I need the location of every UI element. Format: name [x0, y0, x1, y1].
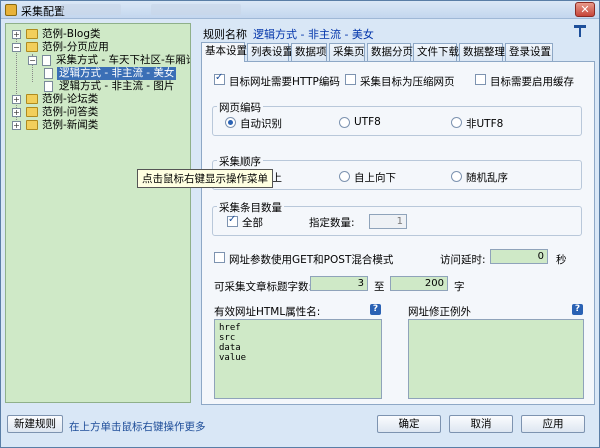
close-icon: ✕ [580, 3, 590, 16]
order-title: 采集顺序 [217, 154, 263, 169]
tab-collect-page[interactable]: 采集页 [329, 43, 365, 61]
tree-node-label: 逻辑方式 - 非主流 - 图片 [59, 80, 175, 92]
title-length-unit: 字 [454, 281, 465, 293]
encoding-nonutf8-radio[interactable] [451, 117, 462, 128]
folder-icon [26, 120, 38, 130]
compressed-label: 采集目标为压缩网页 [360, 76, 455, 88]
new-rule-button[interactable]: 新建规则 [7, 415, 63, 433]
tree-node-label: 采集方式 - 车天下社区-车厢论 [56, 54, 191, 66]
encoding-auto-label: 自动识别 [240, 118, 282, 130]
mixed-mode-label: 网址参数使用GET和POST混合模式 [229, 254, 394, 266]
app-icon [5, 4, 17, 16]
rule-name-label: 规则名称 [203, 28, 247, 41]
encoding-title: 网页编码 [217, 100, 263, 115]
tab-list[interactable]: 列表设置 [247, 43, 293, 61]
apply-button[interactable]: 应用 [521, 415, 585, 433]
expand-plus-icon[interactable]: + [12, 30, 21, 39]
folder-icon [26, 107, 38, 117]
delay-input[interactable]: 0 [490, 249, 548, 264]
attr-help-icon[interactable]: ? [370, 304, 381, 315]
tab-file-download[interactable]: 文件下载 [413, 43, 459, 61]
cache-label: 目标需要启用缓存 [490, 76, 574, 88]
tools-help-icon[interactable] [572, 23, 588, 39]
tab-data-cleanup[interactable]: 数据整理 [459, 43, 505, 61]
close-button[interactable]: ✕ [575, 2, 595, 17]
order-top-down-label: 自上向下 [354, 172, 396, 184]
tab-data-items[interactable]: 数据项 [291, 43, 327, 61]
delay-unit: 秒 [556, 254, 567, 266]
cancel-button[interactable]: 取消 [449, 415, 513, 433]
tree-node-label: 范例-Blog类 [42, 28, 101, 40]
file-icon [42, 55, 51, 66]
expand-minus-icon[interactable]: − [28, 56, 37, 65]
count-group: 采集条目数量 全部 指定数量: 1 [212, 200, 582, 236]
encoding-auto-radio[interactable] [225, 117, 236, 128]
tab-basic[interactable]: 基本设置 [201, 42, 247, 62]
encoding-group: 网页编码 自动识别 UTF8 非UTF8 [212, 100, 582, 136]
rule-tree[interactable]: + 范例-Blog类 − 范例-分页应用 − 采集方式 - 车天下社区-车厢论 … [5, 23, 191, 403]
tree-node-label-selected: 逻辑方式 - 非主流 - 美女 [57, 67, 177, 80]
compressed-checkbox[interactable] [345, 74, 356, 85]
mixed-mode-checkbox[interactable] [214, 252, 225, 263]
title-length-separator: 至 [374, 281, 385, 293]
order-random-radio[interactable] [451, 171, 462, 182]
title-length-max-input[interactable]: 200 [390, 276, 448, 291]
folder-icon [26, 29, 38, 39]
tree-tooltip: 点击鼠标右键显示操作菜单 [137, 169, 273, 188]
delay-label: 访问延时: [440, 254, 486, 266]
blurred-region [61, 4, 121, 15]
count-title: 采集条目数量 [217, 200, 284, 215]
attr-names-label: 有效网址HTML属性名: [214, 306, 321, 318]
folder-icon [26, 42, 38, 52]
basic-settings-panel: 目标网址需要HTTP编码 采集目标为压缩网页 目标需要启用缓存 网页编码 自动识… [201, 61, 595, 405]
http-encode-checkbox[interactable] [214, 72, 225, 85]
count-all-checkbox[interactable] [227, 214, 238, 227]
count-all-label: 全部 [242, 217, 263, 229]
count-specify-label: 指定数量: [309, 217, 355, 229]
title-length-min-input[interactable]: 3 [310, 276, 368, 291]
tree-node-label: 范例-论坛类 [42, 93, 99, 105]
tree-node-label: 范例-问答类 [42, 106, 99, 118]
title-bar: 采集配置 ✕ [1, 1, 599, 19]
tab-login[interactable]: 登录设置 [505, 43, 553, 61]
file-icon [44, 68, 53, 79]
count-specify-input[interactable]: 1 [369, 214, 407, 229]
expand-minus-icon[interactable]: − [12, 43, 21, 52]
expand-plus-icon[interactable]: + [12, 121, 21, 130]
tree-node-label: 范例-新闻类 [42, 119, 99, 131]
order-random-label: 随机乱序 [466, 172, 508, 184]
encoding-utf8-radio[interactable] [339, 117, 350, 128]
expand-plus-icon[interactable]: + [12, 95, 21, 104]
exception-help-icon[interactable]: ? [572, 304, 583, 315]
exception-textarea[interactable] [408, 319, 584, 399]
expand-plus-icon[interactable]: + [12, 108, 21, 117]
title-length-label: 可采集文章标题字数: [214, 281, 313, 293]
exception-label: 网址修正例外 [408, 306, 471, 318]
tab-data-paging[interactable]: 数据分页 [367, 43, 413, 61]
blurred-region [151, 4, 241, 15]
tree-node-label: 范例-分页应用 [42, 41, 109, 53]
footer-hint: 在上方单击鼠标右键操作更多 [69, 421, 206, 433]
file-icon [44, 81, 53, 92]
encoding-nonutf8-label: 非UTF8 [466, 118, 504, 130]
attr-names-textarea[interactable]: href src data value [214, 319, 382, 399]
config-window: 采集配置 ✕ + 范例-Blog类 − 范例-分页应用 − 采集方式 - 车天下… [0, 0, 600, 448]
window-title: 采集配置 [21, 5, 65, 18]
folder-icon [26, 94, 38, 104]
ok-button[interactable]: 确定 [377, 415, 441, 433]
rule-name-value: 逻辑方式 - 非主流 - 美女 [253, 28, 374, 41]
encoding-utf8-label: UTF8 [354, 116, 381, 128]
order-top-down-radio[interactable] [339, 171, 350, 182]
http-encode-label: 目标网址需要HTTP编码 [229, 76, 340, 88]
cache-checkbox[interactable] [475, 74, 486, 85]
